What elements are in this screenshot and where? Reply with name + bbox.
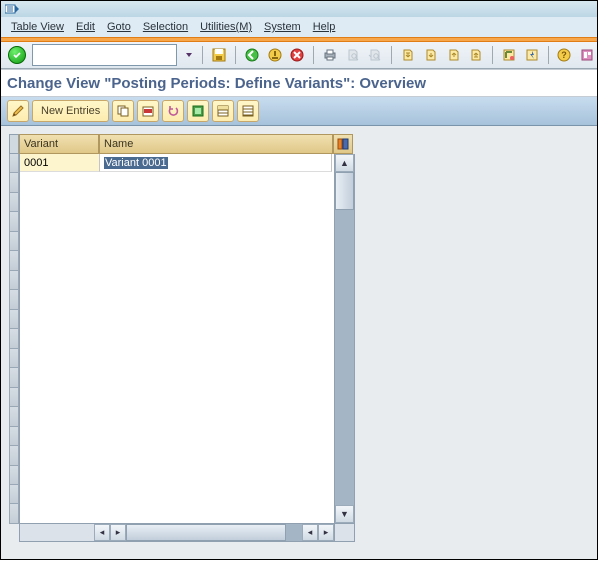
cancel-button[interactable] xyxy=(287,44,307,66)
menu-edit[interactable]: Edit xyxy=(76,21,95,33)
row-selector[interactable] xyxy=(9,427,19,446)
row-selector[interactable] xyxy=(9,485,19,504)
row-selector[interactable] xyxy=(9,466,19,485)
new-entries-button[interactable]: New Entries xyxy=(32,100,109,122)
table-configure-button[interactable] xyxy=(333,134,353,154)
svg-text:?: ? xyxy=(562,50,568,60)
scroll-first-button[interactable]: ◂ xyxy=(94,524,110,541)
column-header-name[interactable]: Name xyxy=(99,134,333,154)
column-header-variant[interactable]: Variant xyxy=(19,134,99,154)
table-corner[interactable] xyxy=(9,134,19,154)
row-selector[interactable] xyxy=(9,504,19,523)
scroll-thumb[interactable] xyxy=(335,172,354,210)
row-selector[interactable] xyxy=(9,388,19,407)
select-block-button[interactable] xyxy=(212,100,234,122)
undo-change-button[interactable] xyxy=(162,100,184,122)
row-selector-column xyxy=(9,154,19,524)
generate-shortcut-button[interactable] xyxy=(522,44,542,66)
row-selector[interactable] xyxy=(9,212,19,231)
cell-name-text: Variant 0001 xyxy=(104,157,168,169)
row-selector[interactable] xyxy=(9,271,19,290)
exit-button[interactable] xyxy=(265,44,285,66)
copy-as-button[interactable] xyxy=(112,100,134,122)
menu-system[interactable]: System xyxy=(264,21,301,33)
customize-layout-button[interactable] xyxy=(577,44,597,66)
delete-button[interactable] xyxy=(137,100,159,122)
screen-title: Change View "Posting Periods: Define Var… xyxy=(1,69,597,97)
row-selector[interactable] xyxy=(9,310,19,329)
scroll-left-button[interactable]: ▸ xyxy=(110,524,126,541)
first-page-button[interactable] xyxy=(398,44,418,66)
menu-help[interactable]: Help xyxy=(313,21,336,33)
command-field[interactable] xyxy=(32,44,177,66)
sap-session-icon xyxy=(5,3,19,15)
scroll-corner xyxy=(335,524,355,542)
last-page-button[interactable] xyxy=(466,44,486,66)
horizontal-scrollbar[interactable]: ◂ ▸ ◂ ▸ xyxy=(9,524,355,542)
hscroll-thumb[interactable] xyxy=(126,524,286,541)
menu-utilities[interactable]: Utilities(M) xyxy=(200,21,252,33)
table-body: 0001 Variant 0001 ▲ ▼ xyxy=(9,154,355,524)
select-all-button[interactable] xyxy=(187,100,209,122)
hscroll-track[interactable] xyxy=(126,524,302,541)
scroll-right-button[interactable]: ◂ xyxy=(302,524,318,541)
vertical-scrollbar[interactable]: ▲ ▼ xyxy=(335,154,355,524)
hscroll-spacer xyxy=(9,524,19,542)
cell-name[interactable]: Variant 0001 xyxy=(100,154,332,172)
table-row[interactable]: 0001 Variant 0001 xyxy=(20,154,334,172)
cell-variant[interactable]: 0001 xyxy=(20,154,100,172)
find-button[interactable] xyxy=(343,44,363,66)
row-selector[interactable] xyxy=(9,193,19,212)
command-field-dropdown[interactable] xyxy=(182,44,196,66)
menu-goto[interactable]: Goto xyxy=(107,21,131,33)
scroll-down-button[interactable]: ▼ xyxy=(335,505,354,523)
main-content-area: Variant Name xyxy=(1,126,597,559)
main-toolbar: ? xyxy=(1,42,597,69)
menu-table-view[interactable]: Table View xyxy=(11,21,64,33)
scroll-track[interactable] xyxy=(335,172,354,505)
save-button[interactable] xyxy=(209,44,229,66)
row-selector[interactable] xyxy=(9,232,19,251)
row-selector[interactable] xyxy=(9,251,19,270)
row-selector[interactable] xyxy=(9,368,19,387)
window-titlebar xyxy=(1,1,597,17)
variants-table: Variant Name xyxy=(9,134,355,542)
change-button[interactable] xyxy=(7,100,29,122)
menu-selection[interactable]: Selection xyxy=(143,21,188,33)
create-session-button[interactable] xyxy=(499,44,519,66)
table-header-row: Variant Name xyxy=(9,134,355,154)
scroll-last-button[interactable]: ▸ xyxy=(318,524,334,541)
row-selector[interactable] xyxy=(9,154,19,173)
menu-bar: Table View Edit Goto Selection Utilities… xyxy=(1,17,597,37)
next-page-button[interactable] xyxy=(444,44,464,66)
row-selector[interactable] xyxy=(9,173,19,192)
app-toolbar: New Entries xyxy=(1,97,597,126)
row-selector[interactable] xyxy=(9,407,19,426)
prev-page-button[interactable] xyxy=(421,44,441,66)
find-next-button[interactable] xyxy=(366,44,386,66)
print-button[interactable] xyxy=(320,44,340,66)
row-selector[interactable] xyxy=(9,446,19,465)
sap-window: Table View Edit Goto Selection Utilities… xyxy=(0,0,598,560)
table-data-area[interactable]: 0001 Variant 0001 xyxy=(19,154,335,524)
deselect-all-button[interactable] xyxy=(237,100,259,122)
row-selector[interactable] xyxy=(9,290,19,309)
row-selector[interactable] xyxy=(9,329,19,348)
back-button[interactable] xyxy=(242,44,262,66)
help-button[interactable]: ? xyxy=(555,44,575,66)
enter-button[interactable] xyxy=(7,44,27,66)
scroll-up-button[interactable]: ▲ xyxy=(335,154,354,172)
row-selector[interactable] xyxy=(9,349,19,368)
